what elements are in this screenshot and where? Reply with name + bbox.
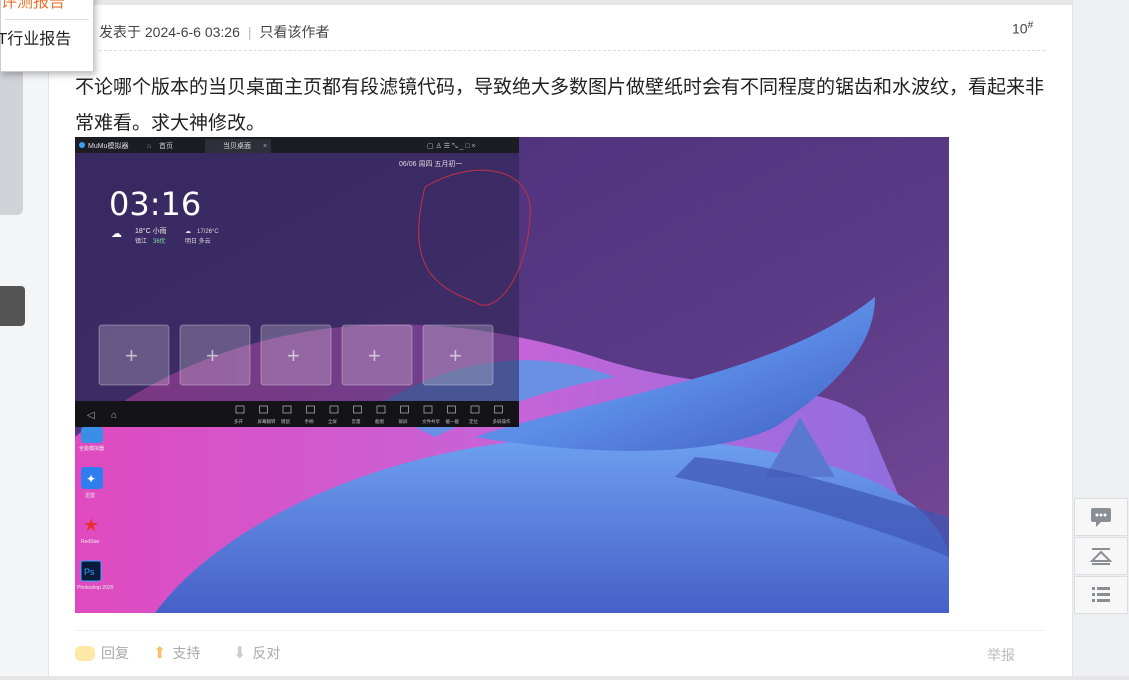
side-back-to-top-button[interactable] [1074,537,1128,575]
post-content: 不论哪个版本的当贝桌面主页都有段滤镜代码，导致绝大多数图片做壁纸时会有不同程度的… [75,77,1045,134]
desktop-icon-photoshop[interactable]: Photoshop 2020 [77,585,114,591]
weather-city: 镇江 [135,237,147,245]
support-button[interactable]: ⬆ 支持 [153,643,200,663]
comment-icon [1091,508,1111,527]
oppose-button[interactable]: ⬇ 反对 [233,643,280,663]
back-to-top-icon [1089,548,1113,565]
list-icon [1092,587,1110,602]
tab-launcher[interactable]: 当贝桌面 [223,141,251,150]
svg-text:◁: ◁ [87,410,95,421]
tab-home[interactable]: 首页 [159,141,173,150]
toolbar-label: 音量 [352,418,361,425]
toolbar-label: 截一截 [446,418,460,425]
side-comment-button[interactable] [1074,498,1128,536]
author-only-link[interactable]: 只看该作者 [260,24,330,40]
dropdown-item-review[interactable]: 评测报告 [1,0,91,15]
rail-tab[interactable] [0,286,25,326]
toolbar-label: 多屏操作 [493,418,511,425]
svg-text:×: × [263,143,267,150]
emulator-title: MuMu模拟器 [88,141,128,150]
bottom-strip [0,676,1129,680]
thumbs-up-icon: ⬆ [153,645,167,662]
toolbar-label: 屏幕翻转 [258,418,276,425]
svg-text:+: + [368,343,381,368]
svg-text:+: + [125,343,138,368]
desktop-icon-thunder[interactable]: 迅雷 [85,492,95,499]
svg-text:+: + [206,343,219,368]
wallpaper-screenshot: MuMu模拟器 ⌂ 首页 当贝桌面 × ▢ ♙ ☰ ⤡ _ □ × 06/06 … [75,137,949,613]
floor-number: 10# [1012,20,1034,37]
report-link[interactable]: 举报 [987,645,1015,665]
desktop-icon-redstar[interactable]: RedStar [81,539,100,545]
post-actions: 回复 ⬆ 支持 ⬇ 反对 举报 [75,630,1045,671]
weather-aqi: 36优 [153,237,166,245]
svg-text:Ps: Ps [84,567,95,577]
reply-button[interactable]: 回复 [75,643,129,663]
toolbar-label: 文件共享 [422,418,440,425]
svg-text:✦: ✦ [86,472,96,486]
post-meta: 发表于 2024-6-6 03:26 | 只看该作者 [99,24,330,40]
svg-text:▢ ♙ ☰ ⤡ _ □ ×: ▢ ♙ ☰ ⤡ _ □ × [427,142,476,150]
meta-divider [99,50,1045,51]
toolbar-label: 全屏 [328,418,337,425]
toolbar-label: 定位 [469,418,478,425]
side-list-button[interactable] [1074,576,1128,614]
toolbar-label: 裁屏 [399,418,408,425]
post-image[interactable]: MuMu模拟器 ⌂ 首页 当贝桌面 × ▢ ♙ ☰ ⤡ _ □ × 06/06 … [75,137,949,613]
rail-card [0,60,23,215]
left-rail [0,0,48,680]
toolbar-label: 手柄 [305,418,314,425]
svg-text:⌂: ⌂ [111,410,117,421]
launcher-clock: 03:16 [109,185,201,223]
svg-text:+: + [449,343,462,368]
post-time: 发表于 2024-6-6 03:26 [99,24,240,40]
svg-text:⌂: ⌂ [147,143,151,150]
reply-icon [75,645,95,661]
dropdown-divider [5,19,89,20]
dropdown-menu: 评测报告 IT行业报告 [0,0,94,72]
top-strip [49,0,1072,5]
dropdown-item-it-report[interactable]: IT行业报告 [0,25,71,49]
thumbs-down-icon: ⬇ [233,645,247,662]
launcher-date: 06/06 周四 五月初一 [399,159,462,168]
weather-tomorrow-temp: 17/26°C [197,229,219,235]
toolbar-label: 多开 [234,418,243,425]
weather-tomorrow: 明日 多云 [185,237,211,245]
toolbar-label: 截图 [375,418,384,425]
svg-text:☁: ☁ [111,228,122,240]
svg-text:★: ★ [83,515,99,535]
post-card: 发表于 2024-6-6 03:26 | 只看该作者 10# 不论哪个版本的当贝桌面… [48,0,1073,680]
desktop-icon-emulator[interactable]: 全能模拟器 [79,445,104,452]
svg-text:+: + [287,343,300,368]
svg-text:☁: ☁ [185,229,191,235]
toolbar-label: 键鼠 [281,418,290,425]
weather-temp: 18°C 小雨 [135,226,167,235]
